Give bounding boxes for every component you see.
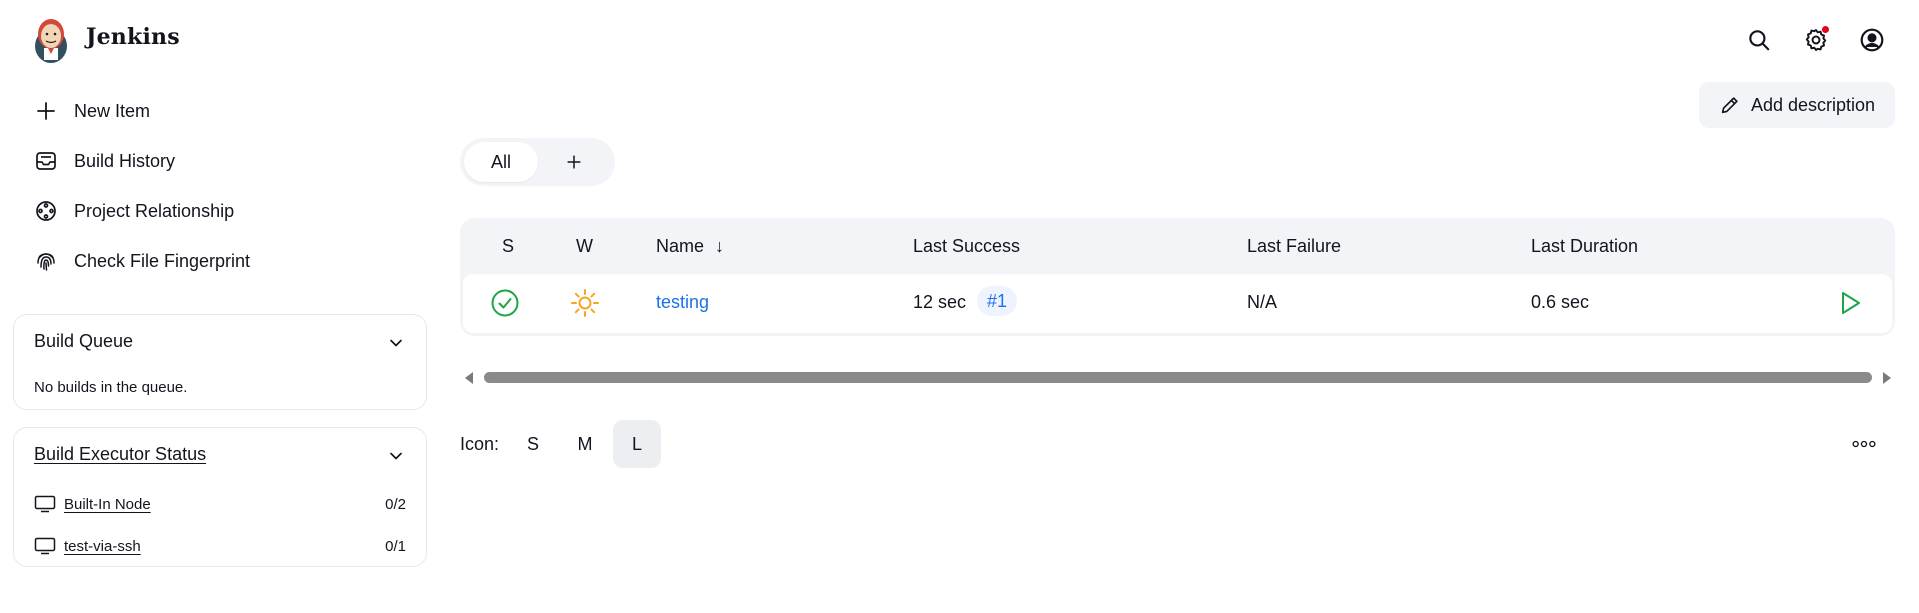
sidebar-item-label: Project Relationship bbox=[74, 200, 235, 221]
executor-node-count: 0/2 bbox=[385, 495, 406, 513]
last-success-time: 12 sec bbox=[913, 292, 967, 312]
plus-icon bbox=[32, 97, 60, 125]
scroll-right-arrow-icon[interactable] bbox=[1883, 372, 1891, 384]
column-status[interactable]: S bbox=[502, 236, 514, 257]
add-description-button[interactable]: Add description bbox=[1699, 82, 1895, 128]
sidebar-item-label: Build History bbox=[74, 150, 176, 171]
computer-icon bbox=[34, 537, 56, 555]
inbox-icon bbox=[32, 147, 60, 175]
executor-node-count: 0/1 bbox=[385, 537, 406, 555]
icon-size-s-button[interactable]: S bbox=[509, 420, 557, 468]
build-number-link[interactable]: #1 bbox=[977, 286, 1018, 316]
last-failure-value: N/A bbox=[1247, 292, 1278, 312]
play-build-icon[interactable] bbox=[1834, 287, 1866, 319]
column-weather[interactable]: W bbox=[576, 236, 593, 257]
page-header: Jenkins bbox=[0, 0, 1919, 80]
column-name-label: Name bbox=[656, 236, 705, 256]
column-last-failure[interactable]: Last Failure bbox=[1247, 236, 1341, 257]
relationship-icon bbox=[32, 197, 60, 225]
executor-status-title[interactable]: Build Executor Status bbox=[34, 444, 206, 465]
executor-node-link[interactable]: Built-In Node bbox=[64, 496, 151, 513]
column-last-duration[interactable]: Last Duration bbox=[1531, 236, 1638, 257]
jobs-table: S W Name ↓ Last Success Last Failure Las… bbox=[460, 218, 1895, 336]
build-queue-empty-text: No builds in the queue. bbox=[34, 379, 188, 396]
sunny-weather-icon bbox=[571, 289, 599, 317]
add-description-label: Add description bbox=[1750, 94, 1876, 115]
fingerprint-icon bbox=[32, 247, 60, 275]
search-icon[interactable] bbox=[1745, 26, 1773, 54]
horizontal-scrollbar[interactable] bbox=[462, 368, 1894, 386]
plus-icon bbox=[567, 155, 581, 169]
table-header: S W Name ↓ Last Success Last Failure Las… bbox=[460, 218, 1895, 274]
last-duration-value: 0.6 sec bbox=[1531, 292, 1590, 312]
column-last-success[interactable]: Last Success bbox=[913, 236, 1020, 257]
sort-down-icon: ↓ bbox=[715, 236, 725, 256]
icon-size-m-button[interactable]: M bbox=[561, 420, 609, 468]
sidebar-tasks: New Item Build History Project Relations… bbox=[32, 86, 412, 286]
icon-size-selector: Icon: S M L bbox=[460, 420, 665, 468]
notification-dot bbox=[1822, 26, 1829, 33]
pencil-icon bbox=[1721, 97, 1738, 114]
sidebar-item-check-file-fingerprint[interactable]: Check File Fingerprint bbox=[32, 236, 412, 286]
job-name-link[interactable]: testing bbox=[656, 292, 709, 313]
success-status-icon bbox=[491, 289, 519, 317]
chevron-down-icon[interactable] bbox=[384, 331, 408, 355]
tab-all[interactable]: All bbox=[464, 142, 538, 182]
sidebar-item-project-relationship[interactable]: Project Relationship bbox=[32, 186, 412, 236]
sidebar-item-build-history[interactable]: Build History bbox=[32, 136, 412, 186]
settings-icon[interactable] bbox=[1802, 26, 1830, 54]
jenkins-logo[interactable] bbox=[32, 16, 70, 64]
user-icon[interactable] bbox=[1858, 26, 1886, 54]
computer-icon bbox=[34, 495, 56, 513]
executor-node-row: Built-In Node 0/2 bbox=[34, 492, 406, 516]
add-view-button[interactable] bbox=[560, 148, 588, 176]
executor-status-pane: Build Executor Status Built-In Node 0/2 … bbox=[13, 427, 427, 567]
build-queue-title: Build Queue bbox=[34, 331, 134, 351]
scroll-left-arrow-icon[interactable] bbox=[465, 372, 473, 384]
scrollbar-thumb[interactable] bbox=[484, 372, 1872, 383]
icon-size-l-button[interactable]: L bbox=[613, 420, 662, 468]
chevron-down-icon[interactable] bbox=[384, 444, 408, 468]
more-options-icon[interactable] bbox=[1848, 430, 1880, 458]
build-queue-pane: Build Queue No builds in the queue. bbox=[13, 314, 427, 410]
sidebar-item-label: New Item bbox=[74, 100, 151, 121]
table-row: testing 12 sec #1 N/A 0.6 sec bbox=[463, 274, 1892, 333]
icon-size-label: Icon: bbox=[460, 433, 500, 454]
executor-node-row: test-via-ssh 0/1 bbox=[34, 534, 406, 558]
executor-node-link[interactable]: test-via-ssh bbox=[64, 538, 141, 555]
view-tabs: All bbox=[460, 138, 615, 186]
brand-title[interactable]: Jenkins bbox=[86, 24, 180, 50]
sidebar-item-label: Check File Fingerprint bbox=[74, 250, 251, 271]
column-name[interactable]: Name ↓ bbox=[656, 236, 724, 257]
sidebar-item-new-item[interactable]: New Item bbox=[32, 86, 412, 136]
